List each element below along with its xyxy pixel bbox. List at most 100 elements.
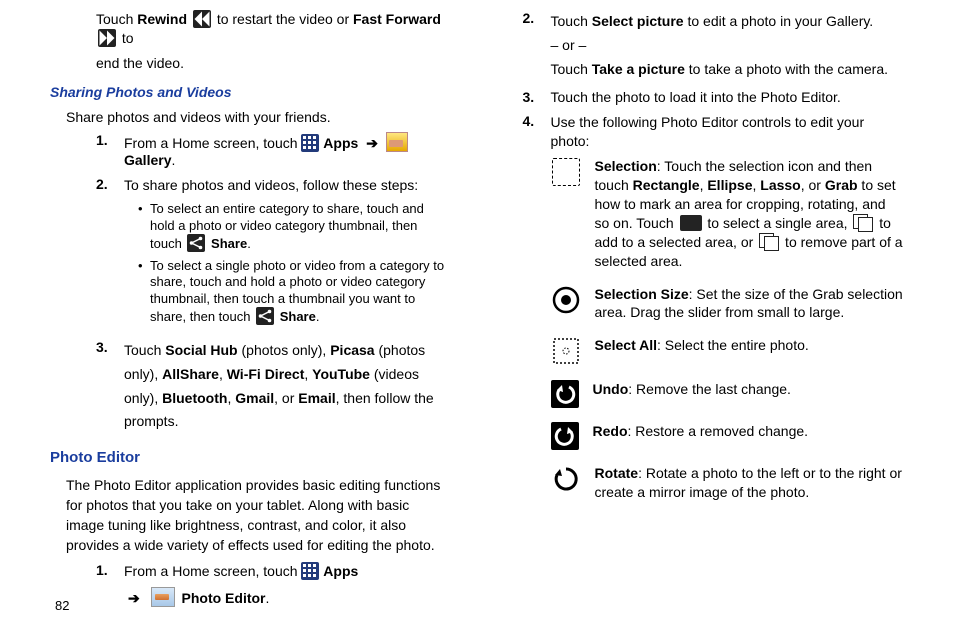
tool-label: Rotate (595, 465, 639, 481)
rewind-ff-line: Touch Rewind to restart the video or Fas… (96, 10, 450, 48)
tool-text: Selection: Touch the selection icon and … (595, 157, 905, 270)
app-name: Social Hub (165, 342, 237, 358)
tool-undo: Undo: Remove the last change. (551, 380, 905, 408)
option: Grab (825, 177, 858, 193)
tool-text: Undo: Remove the last change. (593, 380, 905, 408)
list-item: 3. Touch the photo to load it into the P… (523, 89, 905, 105)
list-item: 3. Touch Social Hub (photos only), Picas… (96, 339, 450, 434)
redo-icon (551, 422, 579, 450)
app-name: Email (298, 390, 335, 406)
photo-editor-intro: The Photo Editor application provides ba… (66, 475, 450, 556)
share-label: Share (211, 236, 247, 251)
list-item: 1. From a Home screen, touch Apps ➔ Phot… (96, 562, 450, 614)
app-name: AllShare (162, 366, 219, 382)
text: to edit a photo in your Gallery. (684, 13, 874, 29)
list-item: 1. From a Home screen, touch Apps ➔ Gall… (96, 132, 450, 168)
option: Ellipse (707, 177, 752, 193)
text: From a Home screen, touch (124, 135, 301, 151)
tool-select-all: Select All: Select the entire photo. (551, 336, 905, 366)
list-item: • To select a single photo or video from… (138, 258, 450, 325)
apps-label: Apps (323, 563, 358, 579)
text: . (316, 309, 320, 324)
tool-selection: Selection: Touch the selection icon and … (551, 157, 905, 270)
text: From a Home screen, touch (124, 563, 301, 579)
app-name: Wi-Fi Direct (227, 366, 305, 382)
app-name: YouTube (312, 366, 370, 382)
step-body: From a Home screen, touch Apps ➔ Photo E… (124, 562, 450, 614)
step-number: 2. (96, 176, 124, 331)
share-icon (256, 307, 274, 325)
video-controls-note: Touch Rewind to restart the video or Fas… (96, 10, 450, 73)
right-column: 2. Touch Select picture to edit a photo … (505, 10, 905, 622)
undo-icon (551, 380, 579, 408)
step-number: 3. (523, 89, 551, 105)
bullet-body: To select a single photo or video from a… (150, 258, 450, 325)
text: to restart the video or (217, 11, 353, 27)
or-divider: – or – (551, 34, 905, 58)
selection-size-icon (551, 285, 581, 315)
tool-label: Redo (593, 423, 628, 439)
text: Touch (551, 13, 592, 29)
gallery-icon (386, 132, 408, 152)
photo-editor-steps: 1. From a Home screen, touch Apps ➔ Phot… (96, 562, 450, 614)
bullet: • (138, 258, 150, 325)
fast-forward-label: Fast Forward (353, 11, 441, 27)
list-item: 2. To share photos and videos, follow th… (96, 176, 450, 331)
select-all-icon (551, 336, 581, 366)
app-name: Picasa (330, 342, 374, 358)
share-label: Share (280, 309, 316, 324)
step-body: To share photos and videos, follow these… (124, 176, 450, 331)
text: Use the following Photo Editor controls … (551, 113, 905, 151)
add-selection-icon (853, 214, 873, 232)
tool-selection-size: Selection Size: Set the size of the Grab… (551, 285, 905, 323)
list-item: • To select an entire category to share,… (138, 201, 450, 252)
text: . (171, 152, 175, 168)
tool-text: Selection Size: Set the size of the Grab… (595, 285, 905, 323)
rewind-label: Rewind (137, 11, 187, 27)
select-single-area-icon (680, 215, 702, 231)
text: , (219, 366, 227, 382)
step-number: 2. (523, 10, 551, 81)
photo-editor-label: Photo Editor (182, 590, 266, 606)
text: Touch (124, 342, 165, 358)
text: Touch (551, 61, 592, 77)
left-column: Touch Rewind to restart the video or Fas… (50, 10, 450, 622)
bullet-body: To select an entire category to share, t… (150, 201, 450, 252)
option: Rectangle (633, 177, 700, 193)
arrow-icon: ➔ (366, 135, 378, 151)
tool-text: Rotate: Rotate a photo to the left or to… (595, 464, 905, 502)
tool-rotate: Rotate: Rotate a photo to the left or to… (551, 464, 905, 502)
fast-forward-icon (98, 29, 116, 47)
rewind-icon (193, 10, 211, 28)
app-name: Bluetooth (162, 390, 227, 406)
text: : Select the entire photo. (657, 337, 809, 353)
text: , (304, 366, 312, 382)
sharing-heading: Sharing Photos and Videos (50, 83, 450, 102)
bullet-list: • To select an entire category to share,… (138, 201, 450, 325)
take-picture-label: Take a picture (592, 61, 685, 77)
sharing-steps: 1. From a Home screen, touch Apps ➔ Gall… (96, 132, 450, 434)
tool-label: Undo (593, 381, 629, 397)
tool-text: Select All: Select the entire photo. (595, 336, 905, 366)
tool-label: Selection Size (595, 286, 689, 302)
step-number: 3. (96, 339, 124, 434)
rotate-icon (551, 464, 581, 494)
remove-selection-icon (759, 233, 779, 251)
photo-editor-heading: Photo Editor (50, 448, 450, 468)
step-number: 1. (96, 132, 124, 168)
text: : Restore a removed change. (628, 423, 809, 439)
text: To share photos and videos, follow these… (124, 176, 450, 195)
selection-icon (551, 157, 581, 187)
tool-text: Redo: Restore a removed change. (593, 422, 905, 450)
list-item: 2. Touch Select picture to edit a photo … (523, 10, 905, 81)
step-number: 4. (523, 113, 551, 516)
tool-label: Select All (595, 337, 658, 353)
step-number: 1. (96, 562, 124, 614)
text: : Remove the last change. (628, 381, 791, 397)
text: (photos only), (238, 342, 331, 358)
text: end the video. (96, 54, 450, 73)
text: , or (801, 177, 825, 193)
share-icon (187, 234, 205, 252)
tool-label: Selection (595, 158, 657, 174)
right-steps: 2. Touch Select picture to edit a photo … (523, 10, 905, 516)
